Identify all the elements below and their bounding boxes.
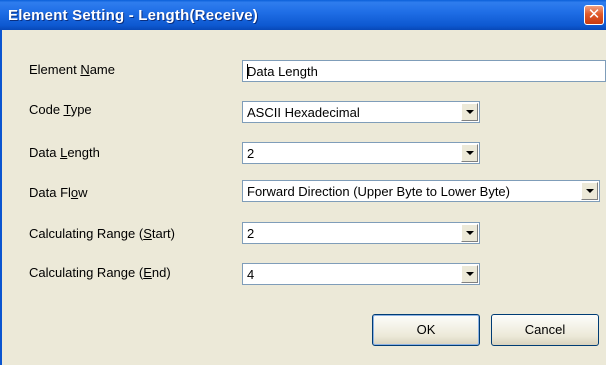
label-text: nd) — [151, 265, 171, 280]
label-text: w — [78, 185, 88, 200]
label-text: ame — [89, 62, 115, 77]
label-accesskey: T — [63, 102, 71, 117]
calc-end-dropdown-button[interactable] — [461, 265, 478, 283]
data-flow-select[interactable]: Forward Direction (Upper Byte to Lower B… — [242, 180, 600, 202]
label-text: Element — [29, 62, 81, 77]
calc-start-select[interactable]: 2 — [242, 222, 480, 244]
code-type-dropdown-button[interactable] — [461, 103, 478, 121]
data-length-label: Data Length — [29, 145, 100, 160]
code-type-label: Code Type — [29, 102, 92, 117]
chevron-down-icon — [466, 151, 474, 155]
data-length-dropdown-button[interactable] — [461, 144, 478, 162]
text-caret — [247, 64, 248, 79]
chevron-down-icon — [586, 189, 594, 193]
close-icon: ✕ — [587, 6, 601, 23]
title-bar[interactable]: Element Setting - Length(Receive) ✕ — [0, 0, 606, 30]
label-text: tart) — [151, 226, 175, 241]
cancel-button[interactable]: Cancel — [491, 314, 599, 346]
chevron-down-icon — [466, 110, 474, 114]
label-text: Data — [29, 145, 61, 160]
code-type-value: ASCII Hexadecimal — [247, 105, 360, 120]
element-name-label: Element Name — [29, 62, 115, 77]
element-name-input[interactable]: Data Length — [242, 60, 606, 82]
label-text: Data Fl — [29, 185, 71, 200]
calc-end-value: 4 — [247, 267, 255, 282]
data-flow-dropdown-button[interactable] — [581, 182, 598, 200]
label-accesskey: S — [143, 226, 152, 241]
close-button[interactable]: ✕ — [584, 5, 604, 25]
label-text: Calculating Range ( — [29, 226, 144, 241]
calc-start-label: Calculating Range (Start) — [29, 226, 175, 241]
code-type-select[interactable]: ASCII Hexadecimal — [242, 101, 480, 123]
calc-end-label: Calculating Range (End) — [29, 265, 171, 280]
window-title: Element Setting - Length(Receive) — [8, 7, 258, 24]
window-border — [0, 30, 2, 365]
calc-start-value: 2 — [247, 226, 255, 241]
data-flow-value: Forward Direction (Upper Byte to Lower B… — [247, 184, 510, 199]
chevron-down-icon — [466, 272, 474, 276]
chevron-down-icon — [466, 231, 474, 235]
element-name-value: Data Length — [247, 64, 318, 79]
data-length-select[interactable]: 2 — [242, 142, 480, 164]
label-accesskey: N — [80, 62, 90, 77]
calc-end-select[interactable]: 4 — [242, 263, 480, 285]
label-text: Code — [29, 102, 64, 117]
data-flow-label: Data Flow — [29, 185, 88, 200]
calc-start-dropdown-button[interactable] — [461, 224, 478, 242]
dialog-body: Element Name Data Length Code Type ASCII… — [0, 30, 606, 365]
label-accesskey: E — [143, 265, 152, 280]
ok-button[interactable]: OK — [372, 314, 480, 346]
label-text: ype — [70, 102, 92, 117]
label-text: ength — [67, 145, 100, 160]
label-text: Calculating Range ( — [29, 265, 144, 280]
data-length-value: 2 — [247, 146, 255, 161]
